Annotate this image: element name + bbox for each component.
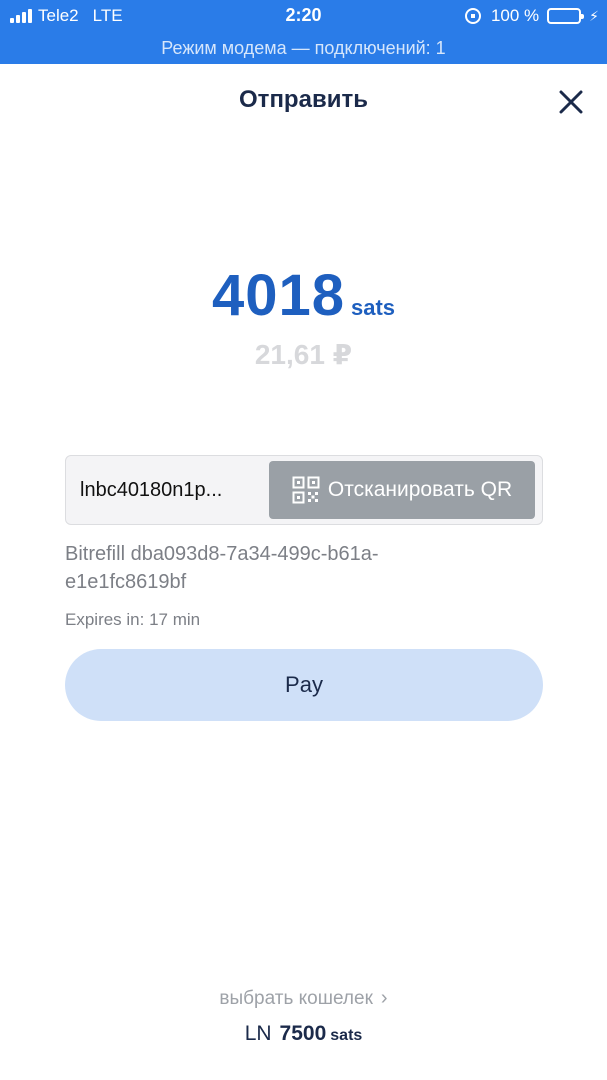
pay-button[interactable]: Pay — [65, 649, 543, 721]
qr-code-icon — [292, 476, 320, 504]
scan-qr-label: Отсканировать QR — [327, 478, 513, 501]
amount-unit: sats — [350, 295, 396, 320]
choose-wallet-label: выбрать кошелек — [219, 988, 373, 1009]
status-bar: Tele2 LTE 2:20 100 % ⚡ — [0, 0, 607, 34]
battery-percent: 100 % — [490, 6, 540, 25]
invoice-field: lnbc40180n1p... Отсканировать QR — [65, 455, 543, 525]
wallet-balance-value: 7500 — [279, 1022, 327, 1045]
choose-wallet-link[interactable]: выбрать кошелек › — [0, 987, 607, 1010]
invoice-input[interactable]: lnbc40180n1p... — [80, 456, 270, 524]
fiat-amount: 21,61 ₽ — [254, 339, 353, 370]
amount-value: 4018 — [211, 263, 345, 328]
wallet-balance-unit: sats — [330, 1027, 363, 1044]
wallet-balance: LN 7500 sats — [0, 1022, 607, 1046]
wallet-type: LN — [244, 1022, 272, 1045]
scan-qr-button[interactable]: Отсканировать QR — [269, 461, 535, 519]
orientation-lock-icon — [464, 8, 481, 24]
battery-icon — [547, 8, 585, 24]
charging-icon: ⚡ — [589, 7, 599, 24]
close-icon — [559, 90, 583, 114]
amount-display: 4018 sats — [0, 262, 607, 329]
expiry-text: Expires in: 17 min — [65, 610, 201, 629]
invoice-description: Bitrefill dba093d8-7a34-499c-b61a-e1e1fc… — [65, 543, 379, 593]
chevron-right-icon: › — [380, 987, 388, 1009]
hotspot-banner[interactable]: Режим модема — подключений: 1 — [0, 34, 607, 64]
page-title: Отправить — [239, 86, 368, 113]
status-bar-right: 100 % ⚡ — [464, 6, 599, 26]
close-button[interactable] — [553, 84, 589, 120]
